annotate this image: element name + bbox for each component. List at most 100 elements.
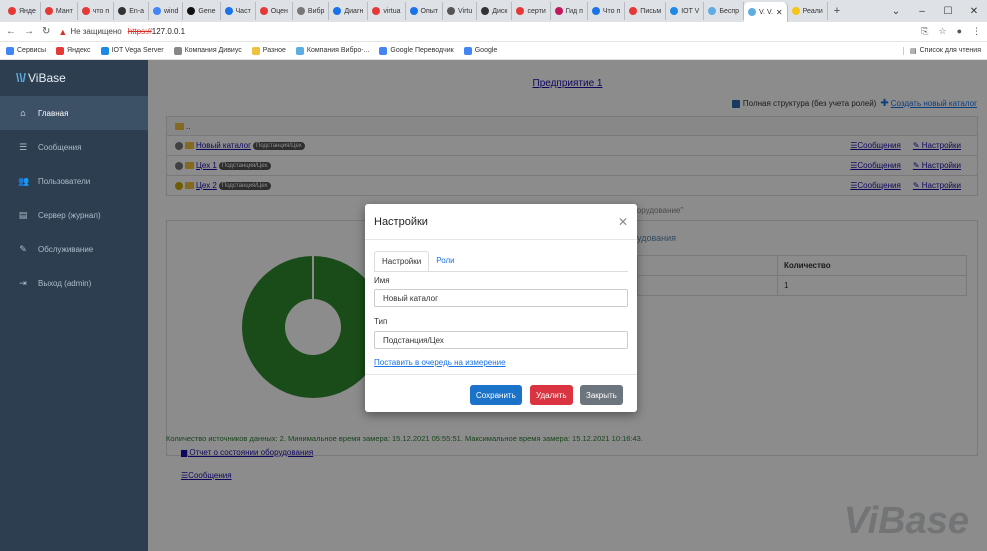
tab-label: Мант xyxy=(55,7,73,15)
back-icon[interactable]: ← xyxy=(6,26,16,37)
bookmark-item[interactable]: Компания Дивиус xyxy=(173,46,242,55)
new-tab-button[interactable]: + xyxy=(828,5,846,17)
tab-item[interactable]: wind xyxy=(149,2,184,20)
reload-icon[interactable]: ↻ xyxy=(42,26,50,37)
tab-item[interactable]: Янде xyxy=(4,2,41,20)
queue-measurement-link[interactable]: Поставить в очередь на измерение xyxy=(374,358,506,367)
share-icon[interactable]: ⎘ xyxy=(921,26,928,37)
tab-label: Оцен xyxy=(270,7,288,15)
maximize-icon[interactable]: ☐ xyxy=(935,6,961,17)
tab-item[interactable]: Мант xyxy=(41,2,78,20)
bookmark-icon xyxy=(251,46,260,55)
delete-button[interactable]: Удалить xyxy=(530,385,573,405)
tab-item[interactable]: IOT V xyxy=(666,2,705,20)
tab-search-icon[interactable]: ⌄ xyxy=(883,6,909,17)
list-icon: ☰ xyxy=(18,141,28,152)
tab-label: что п xyxy=(92,7,110,15)
url-host[interactable]: 127.0.0.1 xyxy=(152,27,185,36)
type-field[interactable] xyxy=(374,331,628,349)
sidebar-item[interactable]: ⌂ Главная xyxy=(0,96,148,130)
close-window-icon[interactable]: ✕ xyxy=(961,6,987,17)
tab-label: Письм xyxy=(640,7,662,15)
warning-icon[interactable]: ▲ xyxy=(58,27,67,37)
sidebar-item-label: Главная xyxy=(38,108,69,118)
bookmark-label: IOT Vega Server xyxy=(111,47,164,54)
window-controls: ⌄ – ☐ ✕ xyxy=(883,0,987,22)
star-icon[interactable]: ☆ xyxy=(938,26,946,37)
tab-item[interactable]: Virtu xyxy=(443,2,478,20)
bookmark-item[interactable]: IOT Vega Server xyxy=(100,46,164,55)
modal-footer: Сохранить Удалить Закрыть xyxy=(365,374,637,412)
tab-item[interactable]: Вибр xyxy=(293,2,330,20)
tab-label: Диск xyxy=(492,7,508,15)
sidebar-item[interactable]: ☰ Сообщения xyxy=(0,130,148,164)
tab-label: IOT V xyxy=(681,7,700,15)
tab-item[interactable]: Письм xyxy=(625,2,667,20)
tab-active[interactable]: V. V. ✕ xyxy=(744,2,788,22)
tab-item[interactable]: Част xyxy=(221,2,256,20)
tab-item[interactable]: Диагн xyxy=(329,2,369,20)
logout-icon: ⇥ xyxy=(19,277,27,288)
tab-item[interactable]: virtua xyxy=(368,2,406,20)
minimize-icon[interactable]: – xyxy=(909,6,935,17)
tab-item[interactable]: Гид п xyxy=(551,2,588,20)
tab-item[interactable]: En-a xyxy=(114,2,149,20)
tab-label: Опыт xyxy=(420,7,438,15)
name-field[interactable] xyxy=(374,289,628,307)
sidebar-item[interactable]: ▤ Сервер (журнал) xyxy=(0,198,148,232)
close-button[interactable]: Закрыть xyxy=(580,385,623,405)
tab-item[interactable]: Диск xyxy=(477,2,513,20)
tab-item[interactable]: Беспр xyxy=(704,2,745,20)
close-tab-icon[interactable]: ✕ xyxy=(776,8,783,17)
save-button[interactable]: Сохранить xyxy=(470,385,522,405)
wrench-icon: ✎ xyxy=(19,243,27,254)
home-icon: ⌂ xyxy=(20,108,26,118)
sidebar-item[interactable]: ⇥ Выход (admin) xyxy=(0,266,148,300)
sidebar-item-label: Выход (admin) xyxy=(38,278,92,288)
tab-favicon-icon xyxy=(152,7,161,15)
sidebar-item[interactable]: ✎ Обслуживание xyxy=(0,232,148,266)
brand[interactable]: \\/ ViBase xyxy=(0,60,148,96)
tab-label: Реали xyxy=(802,7,823,15)
tab-settings[interactable]: Настройки xyxy=(374,251,430,272)
tab-favicon-icon xyxy=(481,7,490,15)
tab-label: Част xyxy=(235,7,251,15)
tab-favicon-icon xyxy=(259,7,268,15)
type-label: Тип xyxy=(374,317,388,326)
tab-label: Что п xyxy=(602,7,621,15)
browser-tab-bar: Янде Мант что п En-a wind Gene Част Оцен Вибр Диа… xyxy=(0,0,987,22)
tab-label: Гид п xyxy=(565,7,583,15)
sidebar-item[interactable]: 👥 Пользователи xyxy=(0,164,148,198)
tab-item[interactable]: Что п xyxy=(588,2,626,20)
sidebar-item-label: Обслуживание xyxy=(38,244,94,254)
insecure-label[interactable]: Не защищено xyxy=(70,27,121,36)
bookmark-label: Компания Дивиус xyxy=(184,47,242,54)
bookmark-item[interactable]: Яндекс xyxy=(56,46,91,55)
tab-item[interactable]: что п xyxy=(78,2,115,20)
close-icon[interactable]: ✕ xyxy=(618,215,628,229)
tab-favicon-icon xyxy=(224,7,233,15)
sidebar: \\/ ViBase ⌂ Главная ☰ Сообщения 👥 Пользовате… xyxy=(0,60,148,551)
more-icon[interactable]: ⋮ xyxy=(972,26,981,37)
bookmark-item[interactable]: Компания Вибро-... xyxy=(295,46,369,55)
modal-tabs: Настройки Роли xyxy=(374,251,462,272)
forward-icon[interactable]: → xyxy=(24,26,34,37)
tab-favicon-icon xyxy=(8,7,16,15)
profile-icon[interactable]: ● xyxy=(957,26,962,37)
modal-title: Настройки xyxy=(374,215,428,228)
tab-item[interactable]: Опыт xyxy=(406,2,443,20)
tab-favicon-icon xyxy=(708,7,717,15)
url-protocol[interactable]: https:// xyxy=(128,27,152,36)
tab-item[interactable]: Реали xyxy=(788,2,828,20)
tab-roles[interactable]: Роли xyxy=(429,251,461,272)
reading-list[interactable]: ▤ Список для чтения xyxy=(903,46,981,55)
bookmark-item[interactable]: Google xyxy=(463,46,497,55)
tab-item[interactable]: Gene xyxy=(183,2,221,20)
tab-favicon-icon xyxy=(554,7,563,15)
brand-name: ViBase xyxy=(28,71,66,85)
bookmark-item[interactable]: Google Переводчик xyxy=(379,46,454,55)
tab-item[interactable]: серти xyxy=(512,2,551,20)
bookmark-item[interactable]: Разное xyxy=(251,46,286,55)
bookmark-item[interactable]: Сервисы xyxy=(6,46,46,55)
tab-item[interactable]: Оцен xyxy=(256,2,293,20)
